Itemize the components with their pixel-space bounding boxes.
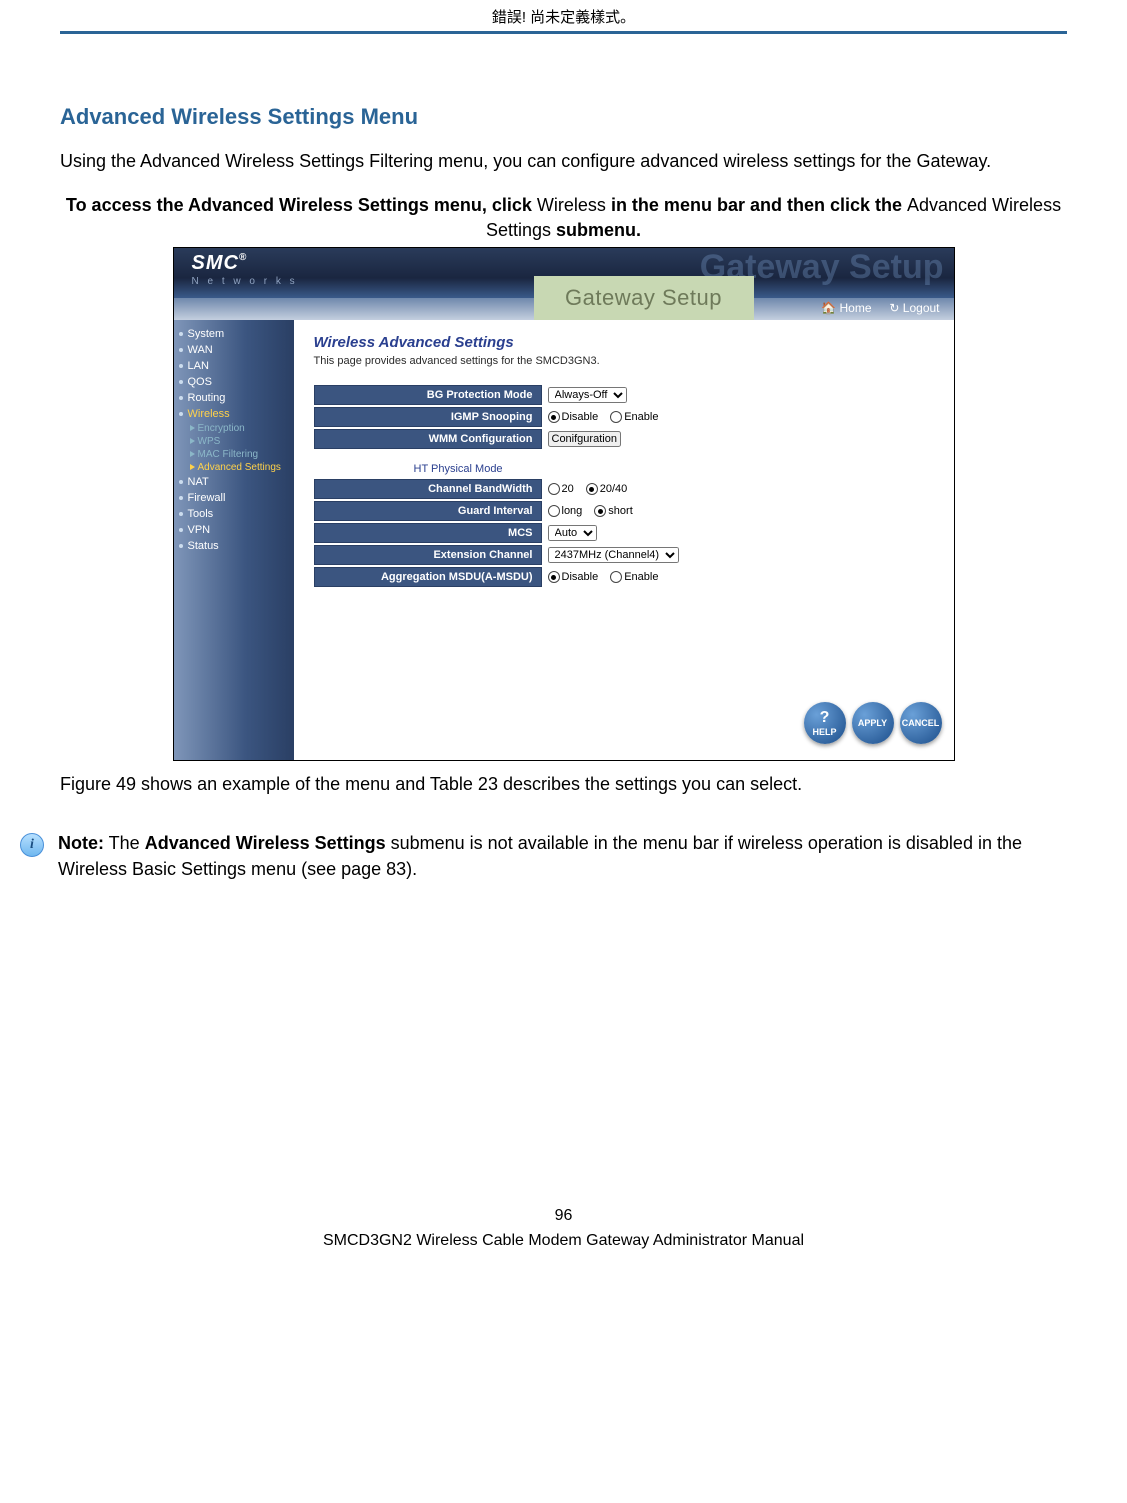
amsdu-disable-radio[interactable]: Disable xyxy=(548,571,599,583)
sidebar-sub-wps[interactable]: WPS xyxy=(174,435,294,448)
wmm-configuration-button[interactable]: Conifguration xyxy=(548,431,621,447)
section-title: Advanced Wireless Settings Menu xyxy=(60,104,1067,130)
sidebar-item-lan[interactable]: LAN xyxy=(174,358,294,374)
smc-logo-subtext: N e t w o r k s xyxy=(192,276,298,287)
amsdu-enable-radio[interactable]: Enable xyxy=(610,571,658,583)
note-c: Advanced Wireless Settings xyxy=(145,833,386,853)
sidebar-item-nat[interactable]: NAT xyxy=(174,474,294,490)
sidebar-sub-encryption[interactable]: Encryption xyxy=(174,422,294,435)
sidebar-sub-advanced-settings[interactable]: Advanced Settings xyxy=(174,461,294,474)
note-b: The xyxy=(104,833,145,853)
intro-paragraph: Using the Advanced Wireless Settings Fil… xyxy=(60,148,1067,175)
cbw-2040-radio[interactable]: 20/40 xyxy=(586,483,628,495)
access-part-c: in the menu bar and then click the xyxy=(606,195,907,215)
note-text: Note: The Advanced Wireless Settings sub… xyxy=(58,830,1067,882)
row-extension-channel: Extension Channel 2437MHz (Channel4) xyxy=(314,545,944,565)
note-block: i Note: The Advanced Wireless Settings s… xyxy=(20,830,1067,882)
cbw-20-radio[interactable]: 20 xyxy=(548,483,574,495)
gi-short-label: short xyxy=(608,505,632,517)
sidebar-item-firewall[interactable]: Firewall xyxy=(174,490,294,506)
gateway-setup-banner: Gateway Setup xyxy=(534,276,754,320)
sidebar-item-tools[interactable]: Tools xyxy=(174,506,294,522)
logout-link-label: Logout xyxy=(903,301,940,315)
amsdu-label: Aggregation MSDU(A-MSDU) xyxy=(314,567,542,587)
cbw-20-label: 20 xyxy=(562,483,574,495)
action-buttons: ?HELP APPLY CANCEL xyxy=(804,702,942,744)
row-channel-bandwidth: Channel BandWidth 20 20/40 xyxy=(314,479,944,499)
note-label: Note: xyxy=(58,833,104,853)
igmp-disable-label: Disable xyxy=(562,411,599,423)
row-amsdu: Aggregation MSDU(A-MSDU) Disable Enable xyxy=(314,567,944,587)
home-link[interactable]: 🏠 Home xyxy=(821,301,871,315)
row-guard-interval: Guard Interval long short xyxy=(314,501,944,521)
row-wmm: WMM Configuration Conifguration xyxy=(314,429,944,449)
sidebar-item-qos[interactable]: QOS xyxy=(174,374,294,390)
page-footer: 96 SMCD3GN2 Wireless Cable Modem Gateway… xyxy=(60,1203,1067,1254)
access-part-b: Wireless xyxy=(537,195,606,215)
sidebar-item-wireless[interactable]: Wireless xyxy=(174,406,294,422)
screenshot-figure: SMC® N e t w o r k s Gateway Setup Gatew… xyxy=(173,247,955,761)
igmp-snooping-label: IGMP Snooping xyxy=(314,407,542,427)
guard-interval-label: Guard Interval xyxy=(314,501,542,521)
page-number: 96 xyxy=(60,1203,1067,1229)
access-part-e: submenu. xyxy=(551,220,641,240)
row-bg-protection: BG Protection Mode Always-Off xyxy=(314,385,944,405)
gi-long-radio[interactable]: long xyxy=(548,505,583,517)
extension-channel-select[interactable]: 2437MHz (Channel4) xyxy=(548,547,679,563)
figure-caption: Figure 49 shows an example of the menu a… xyxy=(60,771,1067,798)
logout-link[interactable]: ↻ Logout xyxy=(889,301,939,315)
sidebar-item-wan[interactable]: WAN xyxy=(174,342,294,358)
access-part-a: To access the Advanced Wireless Settings… xyxy=(66,195,537,215)
mcs-select[interactable]: Auto xyxy=(548,525,597,541)
smc-logo-reg: ® xyxy=(239,252,247,263)
smc-logo: SMC® xyxy=(192,252,248,275)
header-error: 錯誤! 尚未定義樣式。 xyxy=(0,0,1127,31)
sidebar-item-vpn[interactable]: VPN xyxy=(174,522,294,538)
bg-protection-label: BG Protection Mode xyxy=(314,385,542,405)
sidebar-sub-mac-filtering[interactable]: MAC Filtering xyxy=(174,448,294,461)
row-igmp-snooping: IGMP Snooping Disable Enable xyxy=(314,407,944,427)
ht-physical-mode-title: HT Physical Mode xyxy=(414,463,944,475)
info-icon: i xyxy=(20,833,44,857)
panel-title: Wireless Advanced Settings xyxy=(314,334,944,351)
gi-long-label: long xyxy=(562,505,583,517)
amsdu-enable-label: Enable xyxy=(624,571,658,583)
cancel-button[interactable]: CANCEL xyxy=(900,702,942,744)
screenshot-body: System WAN LAN QOS Routing Wireless Encr… xyxy=(174,320,954,760)
apply-button[interactable]: APPLY xyxy=(852,702,894,744)
channel-bandwidth-label: Channel BandWidth xyxy=(314,479,542,499)
manual-title: SMCD3GN2 Wireless Cable Modem Gateway Ad… xyxy=(60,1228,1067,1254)
sidebar-item-system[interactable]: System xyxy=(174,326,294,342)
sidebar: System WAN LAN QOS Routing Wireless Encr… xyxy=(174,320,294,760)
sidebar-item-routing[interactable]: Routing xyxy=(174,390,294,406)
help-button[interactable]: ?HELP xyxy=(804,702,846,744)
extension-channel-label: Extension Channel xyxy=(314,545,542,565)
header-rule xyxy=(60,31,1067,34)
main-panel: Wireless Advanced Settings This page pro… xyxy=(294,320,954,760)
home-link-label: Home xyxy=(839,301,871,315)
igmp-enable-radio[interactable]: Enable xyxy=(610,411,658,423)
igmp-disable-radio[interactable]: Disable xyxy=(548,411,599,423)
smc-logo-text: SMC xyxy=(192,252,239,274)
row-mcs: MCS Auto xyxy=(314,523,944,543)
access-instructions: To access the Advanced Wireless Settings… xyxy=(60,193,1067,243)
mcs-label: MCS xyxy=(314,523,542,543)
bg-protection-select[interactable]: Always-Off xyxy=(548,387,627,403)
cbw-2040-label: 20/40 xyxy=(600,483,628,495)
screenshot-subbar: Gateway Setup 🏠 Home ↻ Logout xyxy=(174,298,954,320)
igmp-enable-label: Enable xyxy=(624,411,658,423)
wmm-label: WMM Configuration xyxy=(314,429,542,449)
panel-subtitle: This page provides advanced settings for… xyxy=(314,355,944,367)
amsdu-disable-label: Disable xyxy=(562,571,599,583)
gi-short-radio[interactable]: short xyxy=(594,505,632,517)
sidebar-item-status[interactable]: Status xyxy=(174,538,294,554)
